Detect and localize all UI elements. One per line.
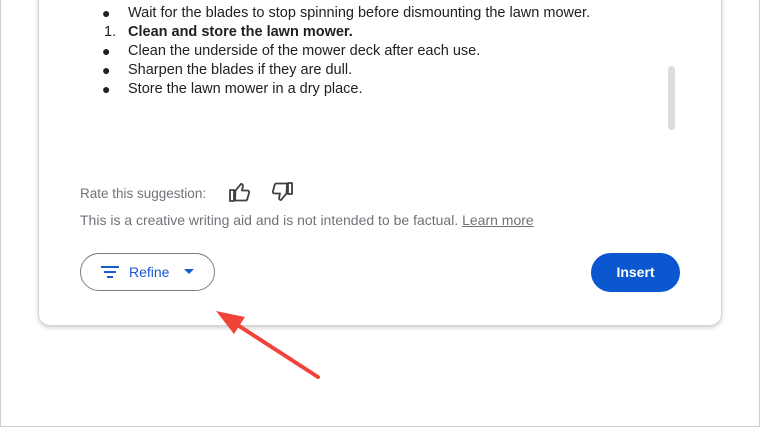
annotation-arrow-icon (216, 311, 320, 379)
